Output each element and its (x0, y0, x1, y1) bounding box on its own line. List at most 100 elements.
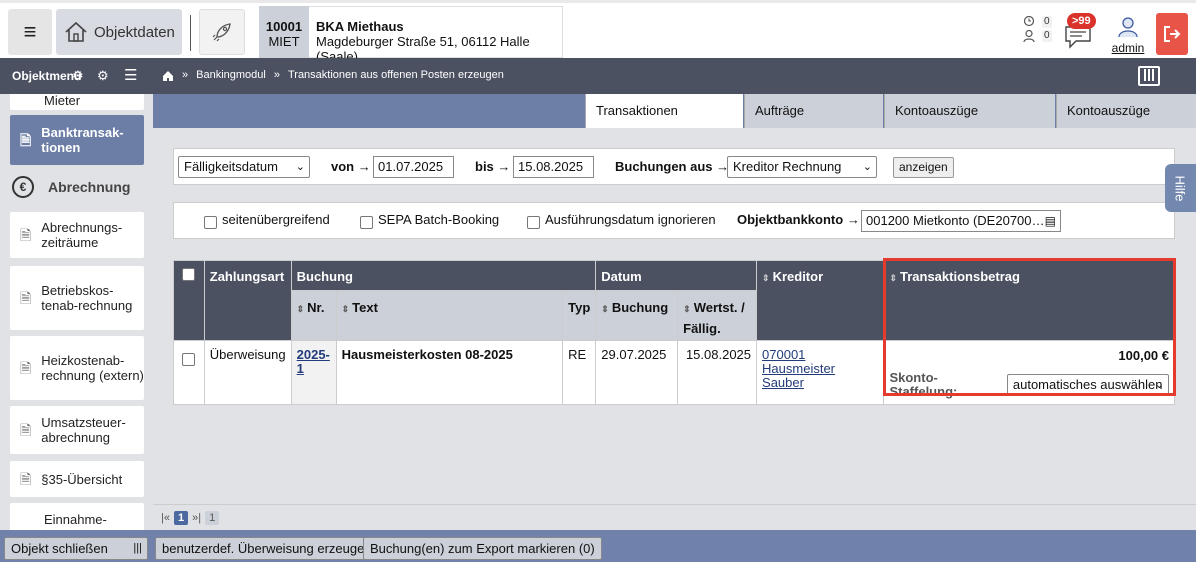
object-data-label: Objektdaten (94, 23, 175, 41)
col-kreditor[interactable]: ⇕ Kreditor (756, 260, 885, 341)
clock-person-icon (1023, 15, 1035, 27)
object-data-button[interactable]: Objektdaten (56, 9, 182, 55)
user-menu[interactable]: admin (1108, 17, 1148, 55)
buchungen-label: Buchungen aus → (615, 159, 730, 174)
search-gear-icon[interactable]: ⚙ (72, 68, 84, 84)
help-label: Hilfe (1172, 174, 1188, 202)
col-zahlungsart: Zahlungsart (203, 260, 292, 341)
hamburger-menu-button[interactable]: ≡ (8, 9, 52, 55)
hamburger-icon: ≡ (23, 19, 37, 44)
booking-number-link[interactable]: 2025- 1 (297, 347, 330, 376)
task-counter[interactable]: 0 (1022, 29, 1052, 43)
list-toggle-icon[interactable]: ☰ (124, 66, 137, 84)
cell-kreditor: 070001 Hausmeister Sauber (756, 340, 885, 405)
sidebar-item-vat[interactable]: 🗎 Umsatzsteuer-abrechnung (10, 406, 144, 454)
document-icon: 🗎 (20, 470, 32, 487)
current-page[interactable]: 1 (173, 510, 189, 525)
sort-icon: ⇕ (601, 304, 609, 314)
sepa-batch-checkbox[interactable] (360, 216, 373, 229)
bis-date-input[interactable]: 15.08.2025 (513, 156, 594, 178)
von-label: von → (331, 159, 371, 174)
sidebar-group-billing[interactable]: € Abrechnung (12, 176, 142, 198)
sidebar-item-label: Umsatzsteuer-abrechnung (41, 415, 126, 445)
custom-transfer-button[interactable]: benutzerdef. Überweisung erzeugen (155, 537, 379, 560)
list-picker-icon[interactable]: ▤ (1045, 211, 1056, 231)
tab-import-statements[interactable]: Kontoauszüge importieren▼ (884, 94, 1055, 152)
reminder-counter[interactable]: 0 (1022, 15, 1052, 29)
breadcrumb: » Bankingmodul » Transaktionen aus offen… (162, 69, 504, 81)
cell-faellig-date: 15.08.2025 (677, 340, 758, 405)
object-id-box: 10001 MIET (259, 6, 309, 58)
ignore-date-checkbox[interactable] (527, 216, 540, 229)
tab-book-statements[interactable]: Kontoauszüge buchen (1056, 94, 1196, 152)
sidebar-item-income[interactable]: Einnahme- (10, 503, 144, 530)
object-type: MIET (268, 34, 300, 49)
first-page-button[interactable]: |« (161, 512, 170, 524)
date-field-select[interactable]: Fälligkeitsdatum ⌄ (178, 156, 310, 178)
messages-button[interactable]: >99 (1064, 13, 1098, 53)
booking-source-select[interactable]: Kreditor Rechnung ⌄ (727, 156, 877, 178)
arrow-icon: → (846, 212, 860, 227)
sidebar-item-section35[interactable]: 🗎 §35-Übersicht (10, 461, 144, 497)
arrow-icon: → (497, 159, 511, 174)
breadcrumb-separator: » (182, 69, 189, 81)
col-nr[interactable]: ⇕ Nr. (290, 290, 337, 341)
breadcrumb-banking[interactable]: Bankingmodul (196, 69, 266, 81)
columns-toggle-button[interactable] (1138, 66, 1160, 86)
sidebar-item-label: Banktransak-tionen (41, 125, 124, 155)
total-pages: 1 (205, 510, 220, 525)
select-all-checkbox[interactable] (182, 268, 196, 281)
creditor-link[interactable]: 070001 Hausmeister Sauber (762, 347, 835, 390)
sidebar-item-label: Mieter (44, 94, 81, 108)
von-date-input[interactable]: 01.07.2025 (373, 156, 454, 178)
breadcrumb-separator: » (273, 69, 280, 81)
tab-export-orders[interactable]: Aufträge exportieren▼ (744, 94, 883, 152)
sidebar-item-label: Einnahme- (44, 512, 107, 527)
columns-icon: ||| (133, 542, 142, 554)
sidebar-item-operating-costs[interactable]: 🗎 Betriebskos-tenab-rechnung (10, 266, 144, 330)
quick-launch-button[interactable] (199, 9, 245, 55)
col-datum-buchung[interactable]: ⇕ Buchung (595, 290, 679, 341)
bank-account-value: 001200 Mietkonto (DE20700… (866, 213, 1045, 228)
settings-icon[interactable]: ⚙ (97, 68, 109, 84)
col-text[interactable]: ⇕ Text (335, 290, 564, 341)
sepa-batch-label: SEPA Batch-Booking (378, 212, 500, 227)
bottom-action-bar: Objekt schließen ||| benutzerdef. Überwei… (0, 530, 1196, 562)
rocket-icon (212, 23, 231, 42)
help-tab[interactable]: Hilfe (1165, 164, 1196, 212)
home-icon[interactable] (162, 70, 174, 81)
filter-panel: Fälligkeitsdatum ⌄ von → 01.07.2025 bis →… (173, 148, 1175, 185)
col-buchung: Buchung (290, 260, 597, 291)
mark-export-button[interactable]: Buchung(en) zum Export markieren (0) (363, 537, 602, 560)
col-typ: Typ (562, 290, 597, 341)
sidebar-group-label: Abrechnung (48, 179, 131, 195)
document-icon: 🗎 (20, 289, 32, 306)
tab-prepare-transactions[interactable]: Transaktionen vorbereiten (585, 94, 743, 152)
object-id: 10001 (265, 19, 303, 34)
sidebar-item-tenants[interactable]: Mieter (10, 94, 144, 110)
user-name: admin (1111, 41, 1145, 55)
show-button[interactable]: anzeigen (893, 157, 954, 178)
sidebar-item-billing-periods[interactable]: 🗎 Abrechnungs-zeiträume (10, 212, 144, 258)
row-checkbox[interactable] (182, 353, 196, 366)
cross-page-label: seitenübergreifend (222, 212, 330, 227)
highlight-box (883, 258, 1176, 396)
object-menu-label[interactable]: Objektmenü (12, 69, 81, 83)
task-count: 0 (1042, 30, 1052, 42)
bank-account-input[interactable]: 001200 Mietkonto (DE20700… ▤ (861, 210, 1061, 232)
cross-page-checkbox[interactable] (204, 216, 217, 229)
sidebar-item-bank-transactions[interactable]: 🗎 Banktransak-tionen (10, 115, 144, 165)
col-wertst[interactable]: ⇕ Wertst. / Fällig. (677, 290, 758, 341)
bank-account-label: Objektbankkonto → (737, 212, 860, 227)
sidebar-item-label: Heizkostenab-rechnung (extern) (41, 353, 144, 383)
sidebar-item-label: §35-Übersicht (41, 471, 123, 487)
pagination: |« 1 »| 1 (153, 504, 1196, 530)
sort-icon: ⇕ (341, 304, 350, 314)
sidebar-item-heating-costs[interactable]: 🗎 Heizkostenab-rechnung (extern) (10, 336, 144, 400)
tab-bar: Transaktionen vorbereiten Aufträge expor… (153, 94, 1196, 152)
logout-button[interactable] (1156, 13, 1188, 55)
bis-label: bis → (475, 159, 511, 174)
close-object-button[interactable]: Objekt schließen ||| (4, 537, 148, 560)
last-page-button[interactable]: »| (192, 512, 201, 524)
document-icon: 🗎 (20, 131, 32, 148)
